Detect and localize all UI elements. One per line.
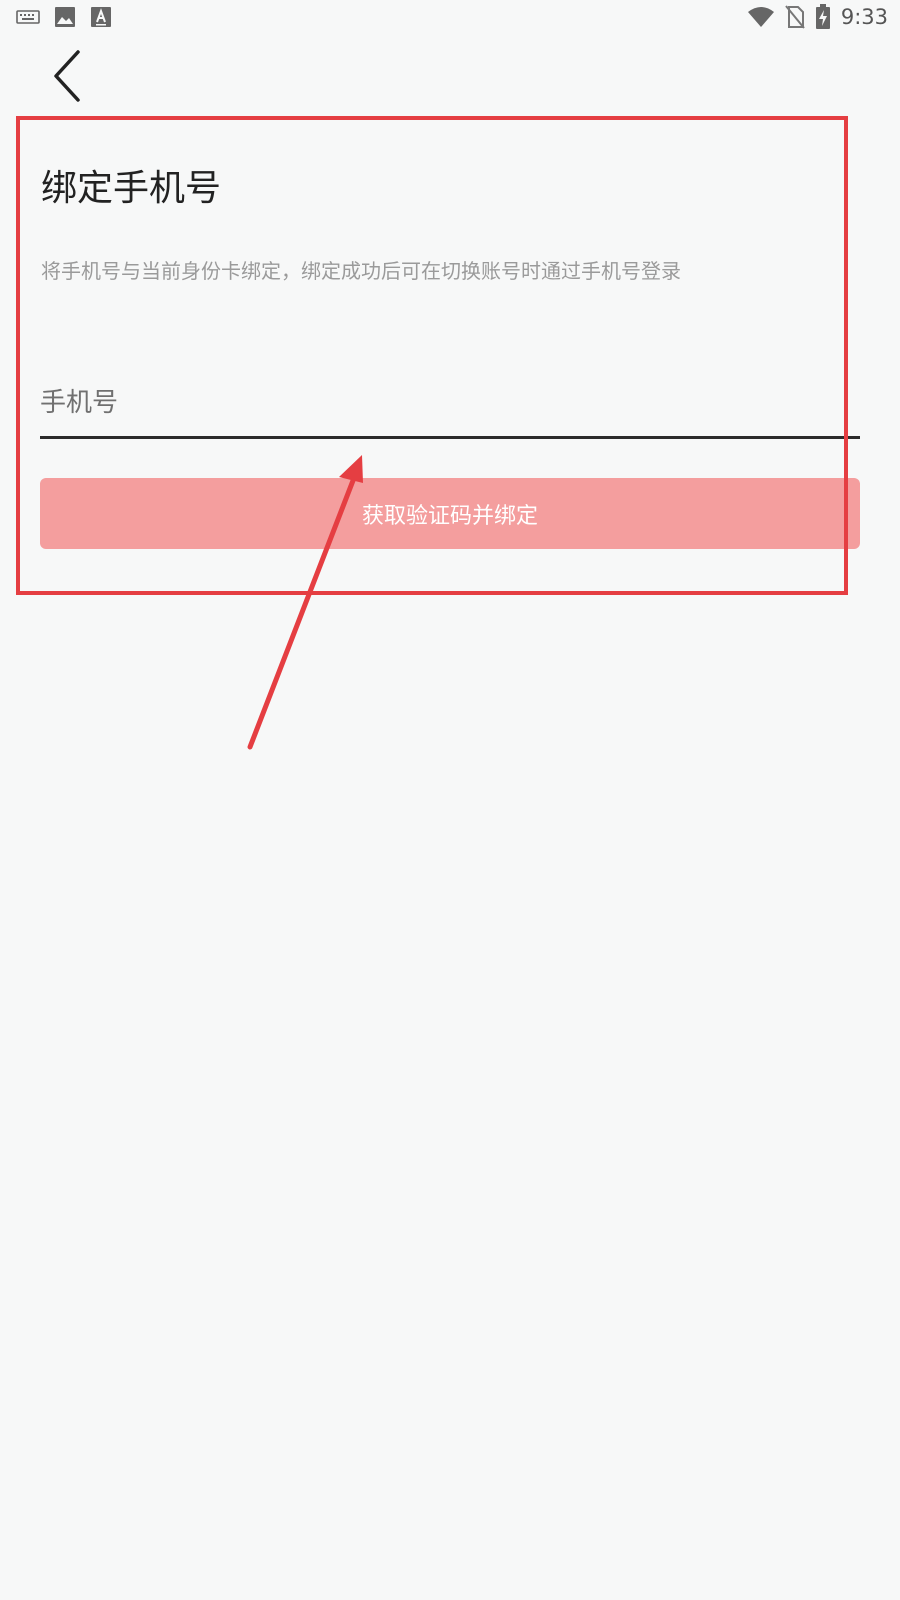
back-button[interactable] xyxy=(40,48,96,108)
font-download-icon xyxy=(90,6,112,28)
no-sim-icon xyxy=(785,5,805,29)
battery-charging-icon xyxy=(815,4,831,30)
status-right-icons: 9:33 xyxy=(737,4,888,30)
page-title: 绑定手机号 xyxy=(41,168,222,209)
wifi-icon xyxy=(747,6,775,28)
annotation-overlay xyxy=(16,116,848,750)
keyboard-icon xyxy=(16,9,40,25)
status-time: 9:33 xyxy=(840,5,888,29)
status-left-icons xyxy=(16,6,126,28)
status-bar: 9:33 xyxy=(0,0,900,36)
image-icon xyxy=(54,6,76,28)
page-description: 将手机号与当前身份卡绑定，绑定成功后可在切换账号时通过手机号登录 xyxy=(41,259,681,283)
get-code-and-bind-button[interactable]: 获取验证码并绑定 xyxy=(40,478,860,549)
phone-input[interactable] xyxy=(40,370,860,439)
chevron-left-icon xyxy=(48,48,88,108)
